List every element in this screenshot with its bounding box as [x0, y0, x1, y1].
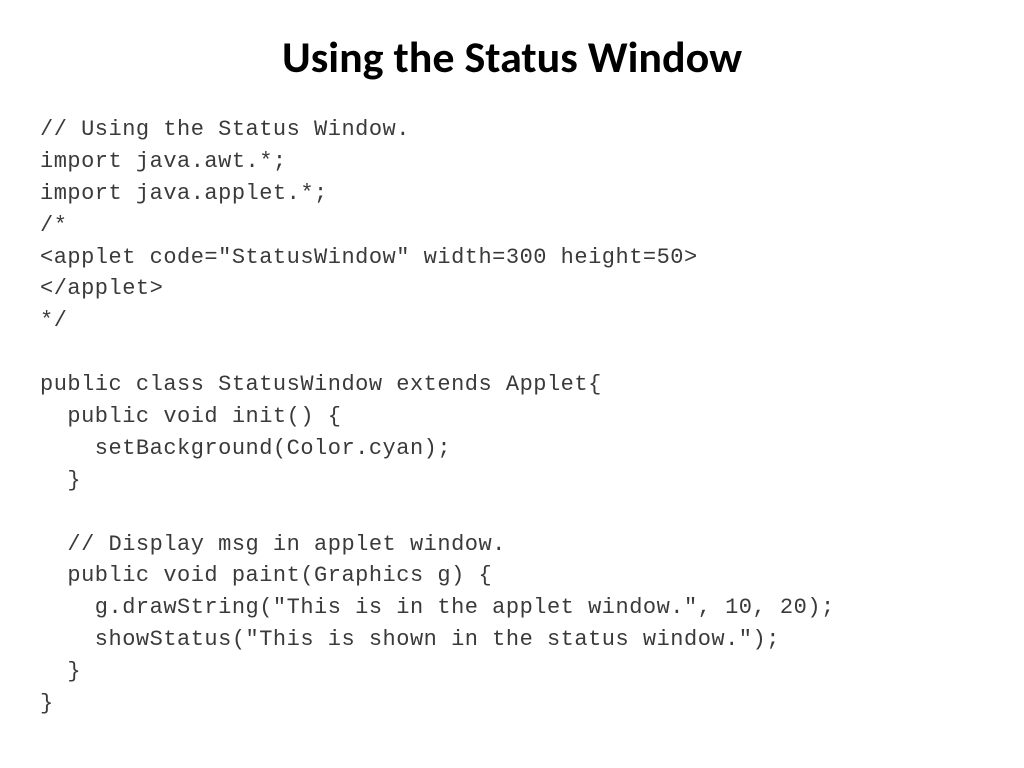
code-block: // Using the Status Window. import java.…: [40, 114, 984, 720]
slide-title: Using the Status Window: [40, 30, 984, 84]
slide-container: Using the Status Window // Using the Sta…: [0, 0, 1024, 768]
